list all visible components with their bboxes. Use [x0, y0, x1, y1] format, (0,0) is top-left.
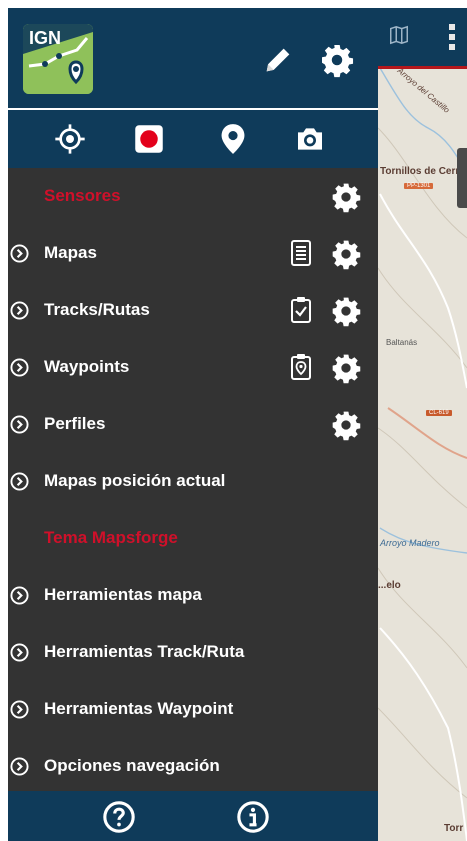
settings-icon[interactable]: [330, 352, 362, 384]
menu-item-mapas[interactable]: Mapas: [8, 225, 378, 282]
app-screen: Arroyo del Castillo Tornillos de Cerrato…: [8, 8, 467, 841]
menu-item-label: Herramientas mapa: [44, 585, 202, 604]
menu-item-label: Mapas: [44, 243, 97, 262]
category-label: Sensores: [44, 186, 121, 205]
menu-item-herramientas-waypoint[interactable]: Herramientas Waypoint: [8, 681, 378, 738]
chevron-right-icon: [10, 472, 29, 491]
menu-item-label: Herramientas Track/Ruta: [44, 642, 245, 661]
chevron-right-icon: [10, 700, 29, 719]
settings-icon[interactable]: [330, 238, 362, 270]
map-label: Arroyo Madero: [380, 538, 440, 548]
menu-item-label: Waypoints: [44, 357, 130, 376]
map-side-handle[interactable]: [457, 148, 467, 208]
map-road-label: PP-1301: [404, 183, 434, 189]
drawer-footer: [8, 791, 378, 841]
drawer-header: IGN: [8, 8, 378, 110]
logo-text: IGN: [29, 28, 62, 48]
info-icon[interactable]: [233, 797, 273, 837]
menu-item-herramientas-mapa[interactable]: Herramientas mapa: [8, 567, 378, 624]
menu-item-mapas-posicion-actual[interactable]: Mapas posición actual: [8, 453, 378, 510]
settings-icon[interactable]: [330, 295, 362, 327]
pencil-icon[interactable]: [258, 40, 298, 80]
chevron-right-icon: [10, 301, 29, 320]
chevron-right-icon: [10, 643, 29, 662]
menu-item-label: Herramientas Waypoint: [44, 699, 234, 718]
settings-icon[interactable]: [330, 181, 362, 213]
document-list-icon[interactable]: [290, 239, 312, 267]
map-label: Tornillos de Cerrato: [380, 166, 467, 177]
menu-category-tema-mapsforge[interactable]: Tema Mapsforge: [8, 510, 378, 567]
chevron-right-icon: [10, 415, 29, 434]
settings-icon[interactable]: [317, 40, 357, 80]
settings-icon[interactable]: [330, 409, 362, 441]
chevron-right-icon: [10, 586, 29, 605]
help-icon[interactable]: [99, 797, 139, 837]
menu-category-sensores[interactable]: Sensores: [8, 168, 378, 225]
menu-item-label: Opciones navegación: [44, 756, 220, 775]
chevron-right-icon: [10, 244, 29, 263]
map-toolbar: [378, 8, 467, 69]
location-pin-icon[interactable]: [213, 119, 253, 159]
crosshair-icon[interactable]: [50, 119, 90, 159]
menu-item-perfiles[interactable]: Perfiles: [8, 396, 378, 453]
menu-item-waypoints[interactable]: Waypoints: [8, 339, 378, 396]
category-label: Tema Mapsforge: [44, 528, 178, 547]
ign-logo: IGN: [23, 24, 93, 94]
map-label: ...elo: [378, 580, 401, 591]
record-icon[interactable]: [129, 119, 169, 159]
menu-item-tracks-rutas[interactable]: Tracks/Rutas: [8, 282, 378, 339]
camera-icon[interactable]: [290, 119, 330, 159]
map-road-label: CL-619: [426, 410, 452, 416]
clipboard-check-icon[interactable]: [290, 296, 312, 324]
menu-item-opciones-navegacion[interactable]: Opciones navegación: [8, 738, 378, 795]
menu-item-label: Perfiles: [44, 414, 106, 433]
menu-item-label: Mapas posición actual: [44, 471, 226, 490]
clipboard-pin-icon[interactable]: [290, 353, 312, 381]
navigation-drawer: IGN Sensores Mapas Tracks/Rutas Waypoint…: [8, 8, 378, 841]
chevron-right-icon: [10, 358, 29, 377]
drawer-toolbar: [8, 110, 378, 168]
map-label: Baltanás: [386, 338, 418, 347]
menu-item-label: Tracks/Rutas: [44, 300, 150, 319]
chevron-right-icon: [10, 757, 29, 776]
map-label: Torr: [444, 823, 464, 834]
menu-item-herramientas-track-ruta[interactable]: Herramientas Track/Ruta: [8, 624, 378, 681]
